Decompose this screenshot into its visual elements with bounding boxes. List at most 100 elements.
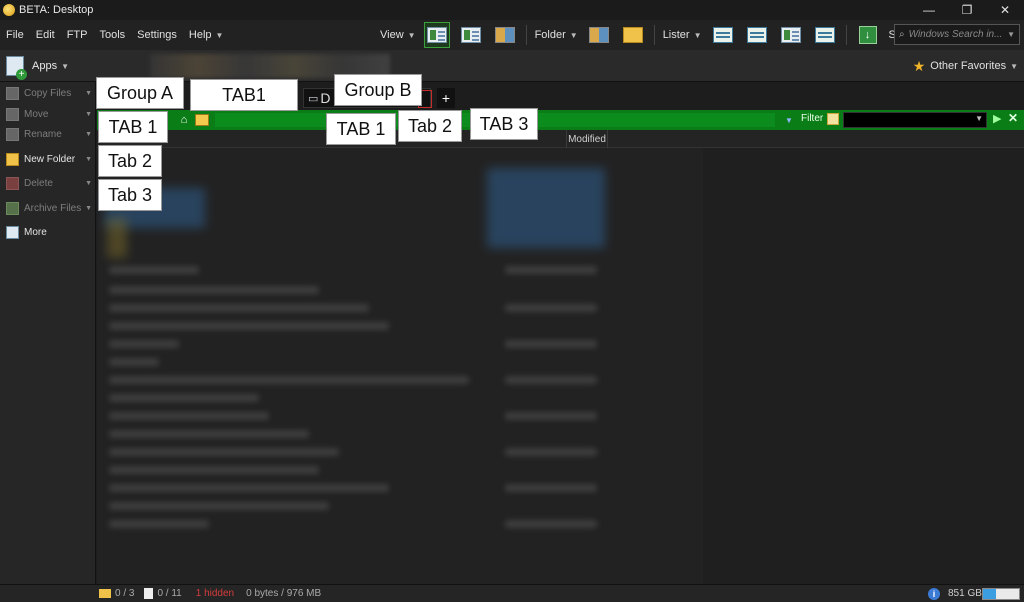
new-folder-button[interactable]: New Folder ▼	[6, 150, 94, 168]
column-modified[interactable]: Modified	[566, 130, 608, 148]
other-favorites-button[interactable]: ★ Other Favorites ▼	[913, 54, 1018, 78]
list-item-date	[505, 266, 597, 274]
annotation-group-b: Group B	[334, 74, 422, 106]
add-tab-button[interactable]: +	[437, 88, 455, 108]
list-item	[109, 376, 469, 384]
folder-tree-button[interactable]	[620, 22, 646, 48]
folder-tab-label: D	[320, 90, 331, 106]
annotation-group-b-tab-2: Tab 2	[398, 110, 462, 142]
list-item	[109, 304, 369, 312]
menu-settings[interactable]: Settings	[131, 20, 183, 50]
lister-menu[interactable]: Lister ▼	[659, 20, 706, 50]
folder-label: Folder	[534, 29, 566, 41]
search-icon: ⌕	[899, 29, 905, 40]
status-free-space: 851 GB	[948, 588, 982, 599]
view-label: View	[380, 29, 404, 41]
list-item-date	[505, 376, 597, 384]
chevron-down-icon[interactable]: ▼	[85, 180, 92, 187]
list-item	[109, 322, 389, 330]
sort-by-button[interactable]: ↓	[855, 22, 881, 48]
list-item	[109, 412, 269, 420]
chevron-down-icon[interactable]: ▼	[1007, 30, 1015, 39]
list-item-date	[505, 448, 597, 456]
title-bar: BETA: Desktop — ❐ ✕	[0, 0, 1024, 20]
folder-view-button[interactable]	[586, 22, 612, 48]
list-item	[109, 484, 389, 492]
file-list[interactable]	[97, 148, 703, 584]
annotation-group-a-tab-2: Tab 2	[98, 145, 162, 177]
list-item	[109, 358, 159, 366]
filter-input[interactable]: ▼	[843, 112, 987, 128]
minimize-button[interactable]: —	[910, 0, 948, 20]
menu-help-label: Help	[188, 29, 212, 41]
info-icon[interactable]: i	[928, 588, 940, 600]
move-icon	[6, 107, 19, 121]
list-item-date	[505, 484, 597, 492]
apply-filter-icon[interactable]: ▶	[993, 112, 1001, 125]
annotation-group-b-tab-3: TAB 3	[470, 108, 538, 140]
view-menu[interactable]: View ▼	[376, 20, 420, 50]
status-bytes: 0 bytes / 976 MB	[246, 588, 322, 599]
folder-menu[interactable]: Folder ▼	[531, 20, 582, 50]
menu-ftp[interactable]: FTP	[61, 20, 94, 50]
status-hidden-count[interactable]: 1 hidden	[196, 588, 234, 599]
close-button[interactable]: ✕	[986, 0, 1024, 20]
archive-files-label: Archive Files	[24, 202, 82, 214]
chevron-down-icon[interactable]: ▼	[85, 111, 92, 118]
annotation-group-b-tab-1: TAB 1	[326, 113, 396, 145]
chevron-down-icon: ▼	[61, 61, 69, 71]
chevron-down-icon[interactable]: ▼	[85, 131, 92, 138]
toolbar-divider	[653, 25, 655, 45]
apps-label: Apps	[32, 60, 58, 72]
new-folder-icon[interactable]	[195, 114, 209, 126]
command-sidebar: Copy Files ▼ Move ▼ Rename ▼ New Folder …	[0, 82, 96, 584]
menu-help[interactable]: Help ▼	[183, 20, 230, 50]
annotation-group-a: Group A	[96, 77, 184, 109]
disk-usage-bar	[982, 588, 1020, 600]
lister-tree-button[interactable]	[778, 22, 804, 48]
chevron-down-icon[interactable]: ▼	[85, 205, 92, 212]
layout-details-button[interactable]	[423, 22, 450, 48]
star-icon: ★	[912, 57, 926, 74]
menu-tools[interactable]: Tools	[93, 20, 131, 50]
viewer-pane-icon	[814, 27, 835, 43]
move-label: Move	[24, 108, 49, 120]
list-item-date	[505, 412, 597, 420]
status-file-count: 0 / 11	[157, 588, 182, 599]
rename-button[interactable]: Rename ▼	[6, 125, 94, 143]
copy-files-button[interactable]: Copy Files ▼	[6, 84, 94, 102]
lister-viewer-button[interactable]	[812, 22, 838, 48]
restore-button[interactable]: ❐	[948, 0, 986, 20]
column-header-row: Modified	[97, 130, 1024, 148]
menu-edit[interactable]: Edit	[30, 20, 61, 50]
close-filter-icon[interactable]: ✕	[1008, 111, 1018, 125]
chevron-down-icon[interactable]: ▼	[975, 114, 983, 123]
layout-thumbnails-button[interactable]	[492, 22, 518, 48]
single-lister-icon	[712, 27, 733, 43]
archive-files-button[interactable]: Archive Files ▼	[6, 199, 94, 217]
lister-single-button[interactable]	[710, 22, 736, 48]
toolbar-divider	[845, 25, 847, 45]
dual-lister-icon	[746, 27, 767, 43]
new-folder-icon	[6, 152, 19, 166]
chevron-down-icon[interactable]: ▼	[85, 90, 92, 97]
more-button[interactable]: More	[6, 223, 94, 241]
list-item	[109, 286, 319, 294]
lister-dual-button[interactable]	[744, 22, 770, 48]
blurred-folder-icons	[107, 218, 127, 258]
filter-label: Filter	[801, 113, 824, 124]
move-button[interactable]: Move ▼	[6, 105, 94, 123]
windows-search-input[interactable]: ⌕ Windows Search in... ▼	[894, 24, 1020, 45]
lister-label: Lister	[662, 29, 690, 41]
chevron-down-icon[interactable]: ▼	[85, 156, 92, 163]
delete-button[interactable]: Delete ▼	[6, 174, 94, 192]
list-item	[109, 448, 339, 456]
home-icon[interactable]: ⌂	[177, 113, 191, 127]
apps-button[interactable]: Apps ▼	[6, 54, 69, 80]
file-icon	[144, 588, 154, 599]
list-item	[109, 430, 309, 438]
chevron-down-icon[interactable]: ▼	[785, 116, 793, 125]
menu-file[interactable]: File	[0, 20, 30, 50]
list-item-date	[505, 520, 597, 528]
layout-power-button[interactable]	[458, 22, 484, 48]
